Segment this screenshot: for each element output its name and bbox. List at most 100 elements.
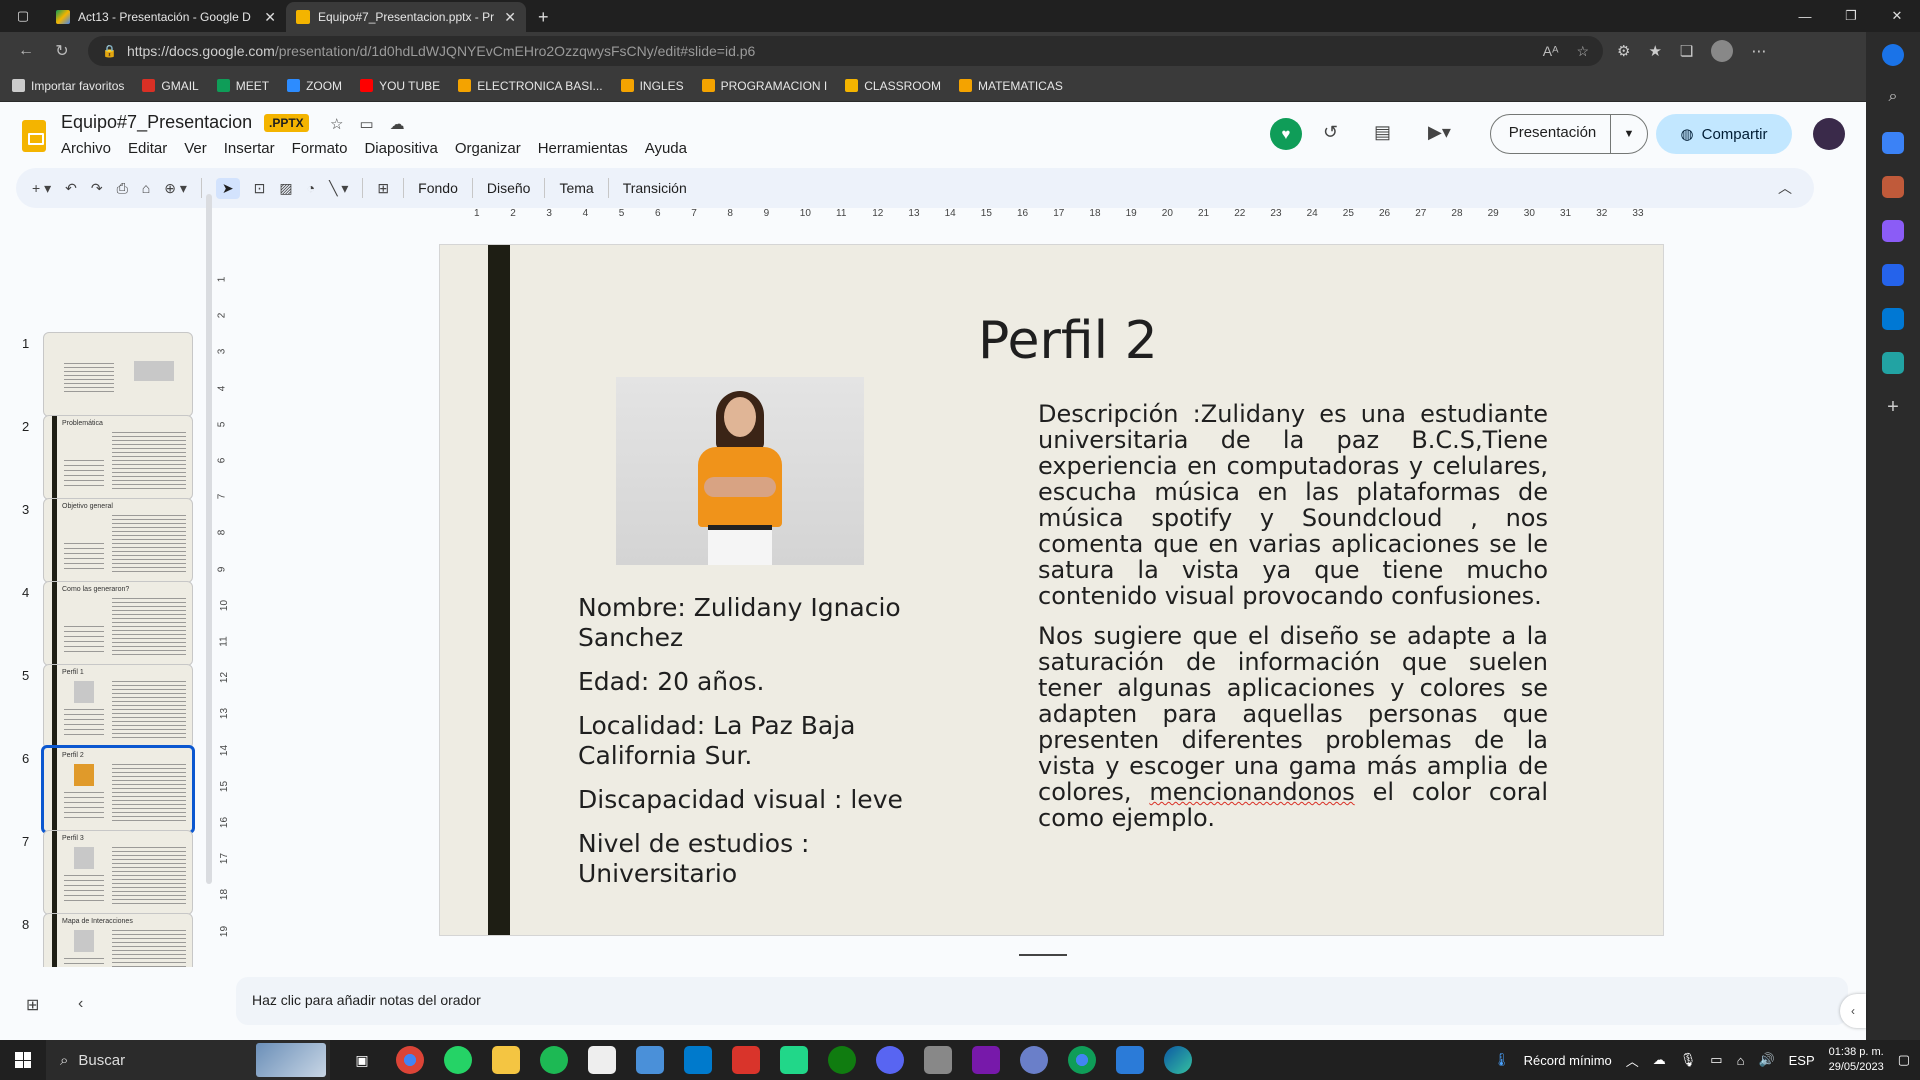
transition-button[interactable]: Transición	[623, 180, 687, 196]
profile-photo[interactable]	[616, 377, 864, 565]
speaker-notes[interactable]: Haz clic para añadir notas del orador	[236, 977, 1848, 1025]
meet-video-icon[interactable]: ▶▾	[1428, 122, 1451, 143]
bing-icon[interactable]	[1882, 44, 1904, 66]
slide-thumb-4[interactable]: 4 Como las generaron?	[0, 581, 210, 669]
games-icon[interactable]	[1882, 220, 1904, 242]
background-button[interactable]: Fondo	[418, 180, 458, 196]
close-tab-icon[interactable]: ✕	[264, 9, 276, 26]
slide-thumb-8[interactable]: 8 Mapa de Interacciones	[0, 913, 210, 967]
slide-thumb-6[interactable]: 6 Perfil 2	[0, 745, 210, 835]
zoom-icon[interactable]: ⊕ ▾	[164, 180, 187, 197]
slides-logo-icon[interactable]	[22, 120, 46, 152]
drop-icon[interactable]	[1882, 352, 1904, 374]
slide-title[interactable]: Perfil 2	[978, 311, 1158, 371]
xbox-icon[interactable]	[828, 1046, 856, 1074]
profile-info-textbox[interactable]: Nombre: Zulidany Ignacio Sanchez Edad: 2…	[578, 593, 908, 903]
notifications-icon[interactable]: ▢	[1898, 1052, 1910, 1068]
slide-thumb-2[interactable]: 2 Problemática	[0, 415, 210, 503]
paint-format-icon[interactable]: ⌂	[142, 180, 150, 196]
layout-button[interactable]: Diseño	[487, 180, 531, 196]
present-label[interactable]: Presentación	[1491, 114, 1611, 154]
collapse-toolbar-icon[interactable]: ︿	[1778, 178, 1792, 198]
slide-thumb-1[interactable]: 1	[0, 332, 210, 420]
inkscape-icon[interactable]	[588, 1046, 616, 1074]
textbox-icon[interactable]: ⊡	[254, 180, 266, 197]
slide-thumb-3[interactable]: 3 Objetivo general	[0, 498, 210, 586]
thumbnail[interactable]: Objetivo general	[43, 498, 193, 583]
filmstrip-scrollbar[interactable]	[206, 194, 212, 884]
menu-diapositiva[interactable]: Diapositiva	[364, 140, 437, 157]
menu-ayuda[interactable]: Ayuda	[645, 140, 687, 157]
slide-thumb-5[interactable]: 5 Perfil 1	[0, 664, 210, 752]
heart-icon[interactable]: ♥	[1270, 118, 1302, 150]
bookmark-meet[interactable]: MEET	[216, 79, 269, 93]
slide-canvas[interactable]: Perfil 2 Nombre: Zulidany Ignacio Sanche…	[439, 244, 1664, 936]
red-app-icon[interactable]	[732, 1046, 760, 1074]
description-textbox[interactable]: Descripción :Zulidany es una estudiante …	[1038, 401, 1548, 845]
print-icon[interactable]: ⎙	[117, 180, 128, 197]
file-explorer-icon[interactable]	[492, 1046, 520, 1074]
bookmark-zoom[interactable]: ZOOM	[287, 79, 342, 93]
grid-view-icon[interactable]: ⊞	[26, 995, 39, 1015]
add-favorite-icon[interactable]: ☆	[1576, 43, 1589, 60]
new-slide-icon[interactable]: + ▾	[32, 180, 51, 197]
app-installer-icon[interactable]	[636, 1046, 664, 1074]
chrome-icon[interactable]	[396, 1046, 424, 1074]
close-tab-icon[interactable]: ✕	[504, 9, 516, 26]
menu-formato[interactable]: Formato	[292, 140, 348, 157]
slide-thumb-7[interactable]: 7 Perfil 3	[0, 830, 210, 918]
discord-icon[interactable]	[876, 1046, 904, 1074]
tab-equipo7[interactable]: Equipo#7_Presentacion.pptx - Pr ✕	[286, 2, 526, 32]
thumbnail[interactable]: Mapa de Interacciones	[43, 913, 193, 967]
redo-icon[interactable]: ↷	[91, 180, 103, 197]
tools-icon[interactable]	[1882, 176, 1904, 198]
vertical-ruler[interactable]: 1 2 3 4 5 6 7 8 9 10 11 12 13 14 15 16 17 18 19	[216, 244, 234, 937]
office-icon[interactable]	[1882, 264, 1904, 286]
comments-icon[interactable]: ▤	[1374, 122, 1391, 143]
history-icon[interactable]: ↺	[1323, 122, 1338, 143]
bookmark-gmail[interactable]: GMAIL	[142, 79, 199, 93]
menu-insertar[interactable]: Insertar	[224, 140, 275, 157]
shopping-icon[interactable]	[1882, 132, 1904, 154]
whatsapp-icon[interactable]	[444, 1046, 472, 1074]
close-window-icon[interactable]: ✕	[1874, 0, 1920, 32]
minimize-icon[interactable]: —	[1782, 0, 1828, 32]
outlook-icon[interactable]	[1882, 308, 1904, 330]
pycharm-icon[interactable]	[780, 1046, 808, 1074]
document-title[interactable]: Equipo#7_Presentacion	[61, 112, 252, 133]
thumbnail[interactable]: Como las generaron?	[43, 581, 193, 666]
language-indicator[interactable]: ESP	[1789, 1053, 1815, 1068]
collections-icon[interactable]: ❏	[1680, 42, 1693, 60]
theme-button[interactable]: Tema	[559, 180, 593, 196]
bookmark-programacion[interactable]: PROGRAMACION I	[701, 79, 827, 93]
user-avatar[interactable]	[1813, 118, 1845, 150]
profile-avatar[interactable]	[1711, 40, 1734, 62]
tab-act13[interactable]: Act13 - Presentación - Google D ✕	[46, 2, 286, 32]
select-icon[interactable]: ➤	[215, 177, 240, 199]
bookmark-youtube[interactable]: YOU TUBE	[360, 79, 440, 93]
start-button[interactable]	[0, 1052, 46, 1068]
horizontal-ruler[interactable]: 1 2 3 4 5 6 7 8 9 10 11 12 13 14 15 16 17 18 19 20 21 22 23 24 2…	[440, 206, 1662, 224]
mic-icon[interactable]: 🎙	[1680, 1052, 1697, 1068]
bookmark-classroom[interactable]: CLASSROOM	[845, 79, 941, 93]
thumbnail[interactable]: Perfil 1	[43, 664, 193, 749]
bookmark-ingles[interactable]: INGLES	[620, 79, 684, 93]
spotify-icon[interactable]	[540, 1046, 568, 1074]
present-button[interactable]: Presentación ▼	[1490, 114, 1648, 154]
battery-icon[interactable]: ▭	[1710, 1052, 1722, 1068]
window-menu-icon[interactable]: ▢	[0, 0, 46, 32]
spellcheck-word[interactable]: mencionandonos	[1149, 778, 1354, 806]
photos-icon[interactable]	[1116, 1046, 1144, 1074]
task-view-icon[interactable]: ▣	[348, 1046, 376, 1074]
thumbnail[interactable]: Perfil 3	[43, 830, 193, 915]
side-panel-toggle-icon[interactable]: ‹	[1840, 994, 1866, 1028]
cloud-status-icon[interactable]: ☁	[390, 115, 405, 133]
present-dropdown-icon[interactable]: ▼	[1611, 128, 1647, 140]
taskbar-search[interactable]: ⌕ Buscar	[46, 1040, 330, 1080]
new-tab-button[interactable]: +	[526, 2, 561, 32]
r-app-icon[interactable]	[1020, 1046, 1048, 1074]
line-icon[interactable]: ╲ ▾	[329, 180, 348, 197]
extensions-icon[interactable]: ⚙	[1617, 42, 1630, 60]
onenote-icon[interactable]	[972, 1046, 1000, 1074]
star-icon[interactable]: ☆	[330, 115, 343, 133]
